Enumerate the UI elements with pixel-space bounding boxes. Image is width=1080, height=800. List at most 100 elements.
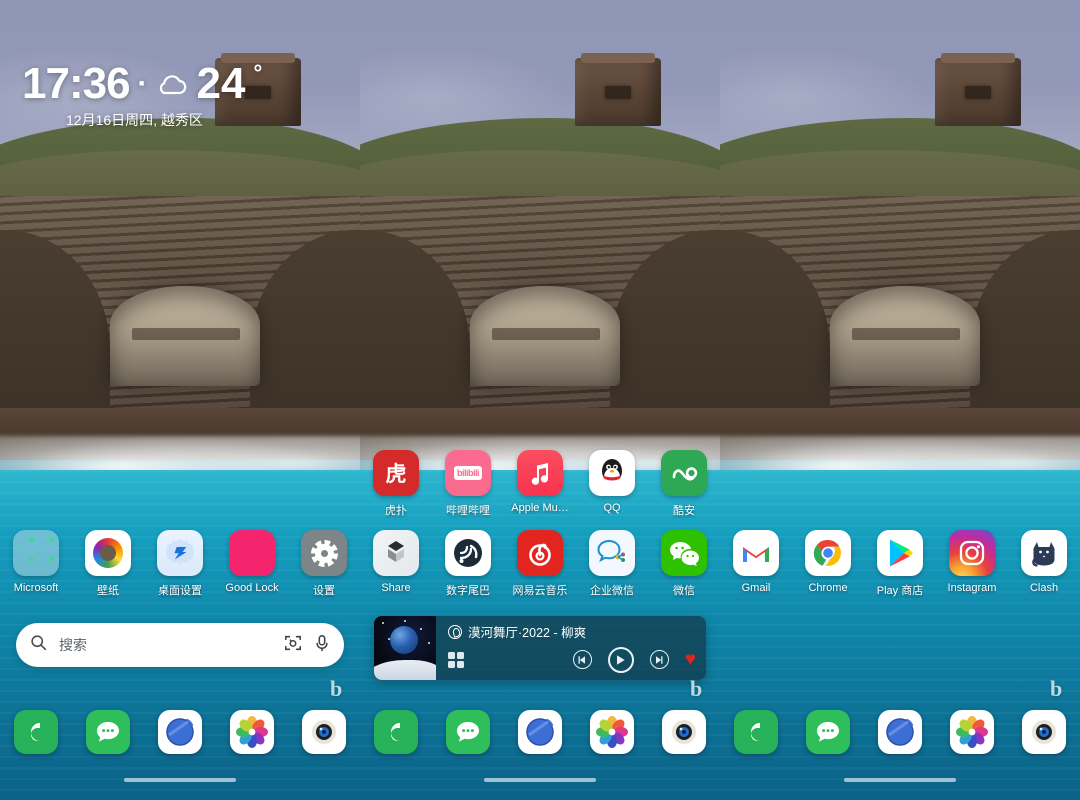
app-qq[interactable]: QQ xyxy=(581,450,643,514)
app-wecom[interactable]: 企业微信 xyxy=(581,530,643,598)
gallery-flower-icon[interactable] xyxy=(230,710,274,754)
search-input[interactable]: 搜索 xyxy=(59,635,272,655)
app-chrome[interactable]: Chrome xyxy=(797,530,859,594)
message-bubble-icon[interactable] xyxy=(446,710,490,754)
app-label: 网易云音乐 xyxy=(512,585,568,597)
apple-music-icon[interactable] xyxy=(517,450,563,496)
app-wallpaper[interactable]: 壁纸 xyxy=(77,530,139,598)
netease-music-icon xyxy=(448,624,462,639)
clock-weather-widget[interactable]: 17:36 · 24 ° 12月16日周四, 越秀区 xyxy=(22,62,262,130)
next-track-icon[interactable] xyxy=(649,650,669,669)
dgtle-icon[interactable] xyxy=(445,530,491,576)
settings-gear-icon[interactable] xyxy=(301,530,347,576)
app-settings[interactable]: 设置 xyxy=(293,530,355,598)
app-apple-music[interactable]: Apple Mu… xyxy=(509,450,571,514)
app-instagram[interactable]: Instagram xyxy=(941,530,1003,594)
music-body: 漠河舞厅·2022 - 柳爽 ♥ xyxy=(436,616,706,680)
message-bubble-icon[interactable] xyxy=(806,710,850,754)
app-coolapk[interactable]: 酷安 xyxy=(653,450,715,518)
wallpaper-fort xyxy=(935,53,1021,126)
gallery-flower-icon[interactable] xyxy=(590,710,634,754)
browser-globe-icon[interactable] xyxy=(878,710,922,754)
app-row: Gmail Chrome Play 商店 Instagram Clash xyxy=(720,530,1080,598)
app-bilibili[interactable]: bilibili 哔哩哔哩 xyxy=(437,450,499,518)
lens-icon[interactable] xyxy=(284,634,302,657)
app-label: 微信 xyxy=(673,585,695,597)
microsoft-folder-icon[interactable] xyxy=(13,530,59,576)
home-indicator-bar[interactable] xyxy=(124,778,236,782)
gmail-icon[interactable] xyxy=(733,530,779,576)
share-icon[interactable] xyxy=(373,530,419,576)
microphone-icon[interactable] xyxy=(314,634,330,657)
app-microsoft[interactable]: Microsoft xyxy=(5,530,67,594)
app-label: Chrome xyxy=(808,582,848,594)
app-label: 哔哩哔哩 xyxy=(446,505,490,517)
wallpaper-icon[interactable] xyxy=(85,530,131,576)
home-screen-panel-1: 17:36 · 24 ° 12月16日周四, 越秀区 Microsoft 壁纸 … xyxy=(0,0,360,800)
previous-track-icon[interactable] xyxy=(572,650,592,669)
play-store-icon[interactable] xyxy=(877,530,923,576)
app-clash[interactable]: Clash xyxy=(1013,530,1075,594)
clash-cat-icon[interactable] xyxy=(1021,530,1067,576)
desktop-settings-icon[interactable] xyxy=(157,530,203,576)
phone-icon[interactable] xyxy=(734,710,778,754)
camera-lens-icon[interactable] xyxy=(1022,710,1066,754)
app-gmail[interactable]: Gmail xyxy=(725,530,787,594)
home-screen-panel-2: 虎 虎扑 bilibili 哔哩哔哩 Apple Mu… QQ 酷安 Share… xyxy=(360,0,720,800)
home-indicator-bar[interactable] xyxy=(844,778,956,782)
app-label: 桌面设置 xyxy=(158,585,202,597)
app-label: Share xyxy=(381,582,411,594)
coolapk-icon[interactable] xyxy=(661,450,707,496)
search-icon xyxy=(30,634,47,656)
gallery-flower-icon[interactable] xyxy=(950,710,994,754)
app-play-store[interactable]: Play 商店 xyxy=(869,530,931,598)
message-bubble-icon[interactable] xyxy=(86,710,130,754)
clock-line: 17:36 · 24 ° xyxy=(22,62,262,106)
earth-graphic xyxy=(390,626,418,654)
dock xyxy=(720,710,1080,754)
app-wechat[interactable]: 微信 xyxy=(653,530,715,598)
phone-icon[interactable] xyxy=(374,710,418,754)
play-icon[interactable] xyxy=(607,646,634,673)
app-dgtle[interactable]: 数字尾巴 xyxy=(437,530,499,598)
bilibili-icon[interactable]: bilibili xyxy=(445,450,491,496)
app-label: 壁纸 xyxy=(97,585,119,597)
phone-icon[interactable] xyxy=(14,710,58,754)
brand-mark-bing: b xyxy=(690,676,703,701)
app-desktop-settings[interactable]: 桌面设置 xyxy=(149,530,211,598)
home-indicator-bar[interactable] xyxy=(484,778,596,782)
chrome-icon[interactable] xyxy=(805,530,851,576)
app-label: Clash xyxy=(1029,582,1059,594)
music-controls: ♥ xyxy=(448,643,696,676)
hupu-icon[interactable]: 虎 xyxy=(373,450,419,496)
wechat-icon[interactable] xyxy=(661,530,707,576)
app-label: 企业微信 xyxy=(590,585,634,597)
app-hupu[interactable]: 虎 虎扑 xyxy=(365,450,427,518)
music-player-widget[interactable]: 漠河舞厅·2022 - 柳爽 ♥ xyxy=(374,616,706,680)
dock xyxy=(360,710,720,754)
clock-separator: · xyxy=(137,67,148,100)
browser-globe-icon[interactable] xyxy=(518,710,562,754)
qq-penguin-icon[interactable] xyxy=(589,450,635,496)
netease-music-icon[interactable] xyxy=(517,530,563,576)
app-share[interactable]: Share xyxy=(365,530,427,594)
wecom-icon[interactable] xyxy=(589,530,635,576)
app-netease-music[interactable]: 网易云音乐 xyxy=(509,530,571,598)
camera-lens-icon[interactable] xyxy=(662,710,706,754)
browser-globe-icon[interactable] xyxy=(158,710,202,754)
home-screen-panel-3: Gmail Chrome Play 商店 Instagram Clash b xyxy=(720,0,1080,800)
app-label: 设置 xyxy=(313,585,335,597)
grid-icon[interactable] xyxy=(448,651,464,668)
app-good-lock[interactable]: Good Lock xyxy=(221,530,283,594)
instagram-icon[interactable] xyxy=(949,530,995,576)
good-lock-icon[interactable] xyxy=(229,530,275,576)
search-bar[interactable]: 搜索 xyxy=(16,623,344,667)
app-label: 酷安 xyxy=(673,505,695,517)
camera-lens-icon[interactable] xyxy=(302,710,346,754)
screenshot-stage: 17:36 · 24 ° 12月16日周四, 越秀区 Microsoft 壁纸 … xyxy=(0,0,1080,800)
heart-filled-icon[interactable]: ♥ xyxy=(685,650,696,669)
brand-mark-bing: b xyxy=(1050,676,1063,701)
app-label: QQ xyxy=(603,502,621,514)
app-row: 虎 虎扑 bilibili 哔哩哔哩 Apple Mu… QQ 酷安 xyxy=(360,450,720,518)
wallpaper xyxy=(720,0,1080,800)
